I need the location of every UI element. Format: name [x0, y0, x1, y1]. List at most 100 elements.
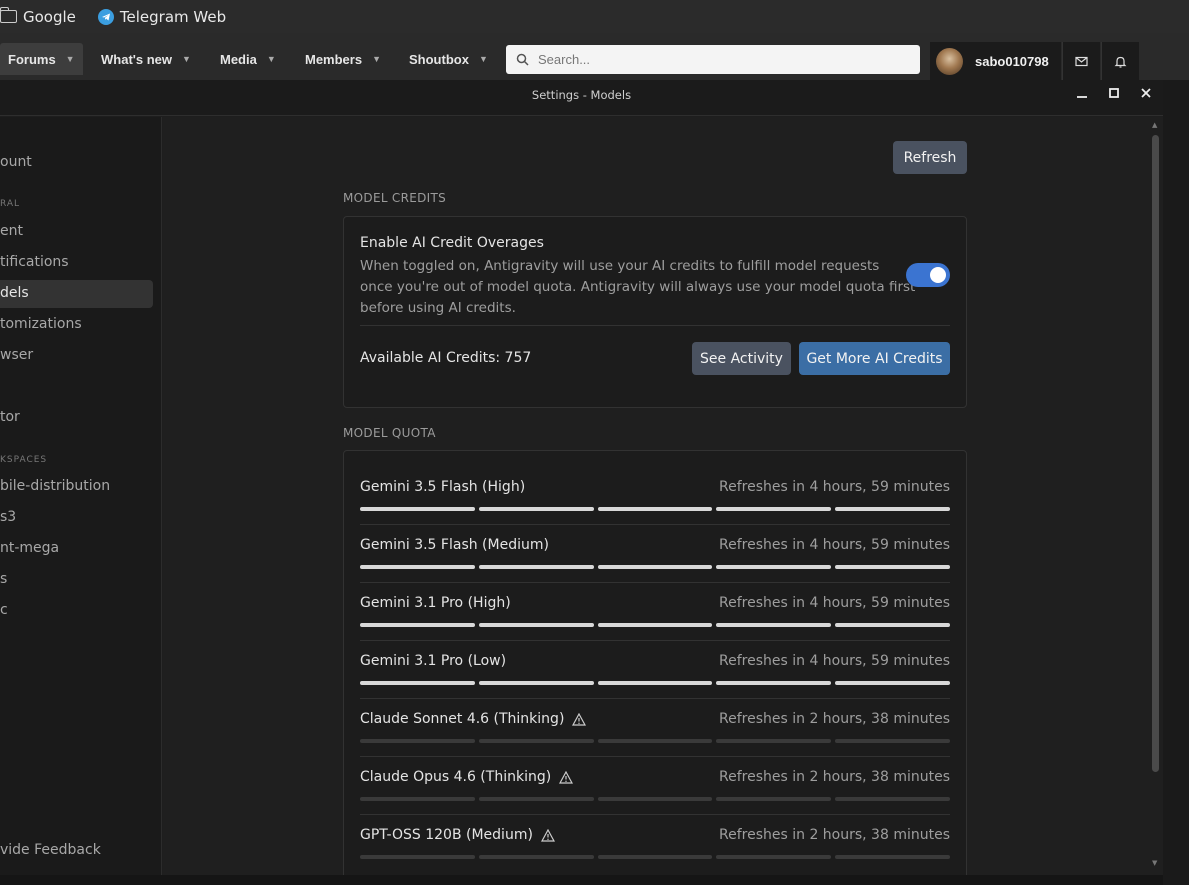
- search-icon: [516, 53, 529, 66]
- quota-segment: [597, 623, 713, 627]
- bookmark-label: Google: [23, 7, 76, 26]
- sidebar-item-workspace[interactable]: nt-mega: [0, 540, 59, 556]
- tab-label: Members: [305, 51, 363, 67]
- bookmark-telegram[interactable]: Telegram Web: [97, 8, 226, 26]
- sidebar-item-agent[interactable]: ent: [0, 223, 23, 239]
- user-menu[interactable]: sabo010798: [930, 42, 1061, 80]
- divider: [360, 698, 950, 699]
- model-label: Gemini 3.1 Pro (Low): [360, 653, 507, 669]
- sidebar-item-customizations[interactable]: tomizations: [0, 316, 82, 332]
- sidebar-item-editor[interactable]: tor: [0, 409, 20, 425]
- get-more-credits-button[interactable]: Get More AI Credits: [799, 342, 950, 375]
- tab-label: Media: [220, 51, 257, 67]
- close-button[interactable]: [1138, 85, 1154, 101]
- model-credits-heading: MODEL CREDITS: [343, 191, 447, 205]
- sidebar-item-browser[interactable]: wser: [0, 347, 33, 363]
- divider: [360, 524, 950, 525]
- quota-bar: [360, 797, 950, 801]
- quota-segment: [597, 739, 713, 743]
- avatar: [936, 47, 963, 75]
- quota-segment: [835, 507, 950, 511]
- alerts-button[interactable]: [1101, 42, 1139, 80]
- quota-segment: [360, 565, 475, 569]
- window-title: Settings - Models: [531, 88, 632, 102]
- tab-shoutbox[interactable]: Shoutbox ▼: [409, 43, 488, 75]
- sidebar-item-notifications[interactable]: tifications: [0, 254, 69, 270]
- available-credits: Available AI Credits: 757: [360, 350, 532, 366]
- bell-icon: [1114, 56, 1127, 68]
- toggle-knob: [930, 267, 946, 283]
- quota-segment: [716, 797, 832, 801]
- tab-forums[interactable]: Forums ▼: [0, 43, 83, 75]
- warning-icon: [572, 712, 587, 726]
- warning-icon: [559, 770, 574, 784]
- sidebar-item-workspace[interactable]: bile-distribution: [0, 478, 110, 494]
- settings-sidebar: ount RAL ent tifications dels tomization…: [0, 117, 162, 875]
- sidebar-item-workspace[interactable]: s: [0, 571, 7, 587]
- model-label: Claude Sonnet 4.6 (Thinking): [360, 711, 565, 727]
- sidebar-item-models[interactable]: dels: [0, 285, 29, 301]
- refresh-button[interactable]: Refresh: [893, 141, 967, 174]
- quota-bar: [360, 855, 950, 859]
- divider: [360, 325, 950, 326]
- tab-label: What's new: [101, 51, 172, 67]
- divider: [360, 640, 950, 641]
- model-name: Claude Opus 4.6 (Thinking): [360, 769, 574, 785]
- quota-segment: [716, 739, 832, 743]
- model-refresh-time: Refreshes in 2 hours, 38 minutes: [719, 711, 950, 727]
- quota-segment: [478, 565, 594, 569]
- close-icon: [1141, 88, 1151, 98]
- sidebar-item-workspace[interactable]: s3: [0, 509, 16, 525]
- scrollbar[interactable]: ▲ ▼: [1149, 117, 1163, 875]
- scroll-down-icon[interactable]: ▼: [1152, 859, 1157, 867]
- maximize-icon: [1109, 88, 1119, 98]
- sidebar-section-general: RAL: [0, 199, 21, 209]
- model-label: Gemini 3.5 Flash (Medium): [360, 537, 549, 553]
- scroll-thumb[interactable]: [1152, 135, 1159, 772]
- chevron-down-icon: ▼: [182, 54, 191, 64]
- overage-toggle[interactable]: [906, 263, 950, 287]
- quota-segment: [597, 507, 713, 511]
- quota-segment: [478, 623, 594, 627]
- overage-description-line: When toggled on, Antigravity will use yo…: [360, 258, 880, 274]
- tab-label: Forums: [8, 51, 56, 67]
- tab-whats-new[interactable]: What's new ▼: [101, 43, 191, 75]
- quota-segment: [360, 855, 475, 859]
- maximize-button[interactable]: [1106, 85, 1122, 101]
- forum-nav: Forums ▼ What's new ▼ Media ▼ Members ▼ Shou…: [0, 33, 1189, 80]
- minimize-button[interactable]: [1074, 85, 1090, 101]
- scroll-up-icon[interactable]: ▲: [1152, 121, 1157, 129]
- quota-segment: [360, 739, 475, 743]
- model-name: Gemini 3.1 Pro (Low): [360, 653, 506, 669]
- quota-segment: [360, 623, 475, 627]
- quota-segment: [478, 739, 594, 743]
- model-refresh-time: Refreshes in 4 hours, 59 minutes: [719, 479, 950, 495]
- quota-segment: [597, 565, 713, 569]
- model-label: GPT-OSS 120B (Medium): [360, 827, 533, 843]
- quota-segment: [716, 855, 832, 859]
- chevron-down-icon: ▼: [65, 54, 75, 64]
- quota-segment: [478, 855, 594, 859]
- minimize-icon: [1077, 96, 1087, 98]
- quota-segment: [835, 855, 950, 859]
- divider: [360, 756, 950, 757]
- bookmark-google[interactable]: Google: [0, 7, 76, 26]
- provide-feedback-link[interactable]: vide Feedback: [0, 842, 101, 858]
- tab-media[interactable]: Media ▼: [220, 43, 276, 75]
- model-name: GPT-OSS 120B (Medium): [360, 827, 555, 843]
- quota-segment: [478, 797, 594, 801]
- search-input[interactable]: Search...: [506, 45, 920, 74]
- quota-segment: [835, 623, 950, 627]
- quota-segment: [835, 797, 950, 801]
- tab-members[interactable]: Members ▼: [305, 43, 381, 75]
- inbox-button[interactable]: [1062, 42, 1100, 80]
- sidebar-item-account[interactable]: ount: [0, 154, 32, 170]
- overage-description-line: before using AI credits.: [360, 300, 516, 316]
- sidebar-item-workspace[interactable]: c: [0, 602, 8, 618]
- quota-segment: [597, 681, 713, 685]
- model-label: Gemini 3.1 Pro (High): [360, 595, 511, 611]
- background-strip: [1163, 80, 1189, 885]
- see-activity-button[interactable]: See Activity: [692, 342, 791, 375]
- folder-icon: [0, 7, 17, 23]
- chevron-down-icon: ▼: [478, 54, 488, 64]
